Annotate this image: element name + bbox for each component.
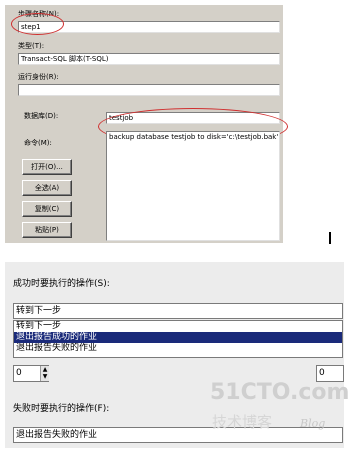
- retry-interval-value: 0: [319, 368, 325, 378]
- spinner-down-icon[interactable]: ▼: [41, 373, 49, 380]
- text-cursor: [329, 232, 331, 244]
- watermark-subtitle: 技术博客: [212, 413, 273, 431]
- run-as-label: 运行身份(R):: [18, 73, 59, 81]
- option-go-to-next-step[interactable]: 转到下一步: [14, 321, 342, 332]
- on-success-label: 成功时要执行的操作(S):: [13, 279, 110, 289]
- retry-attempts-spinner[interactable]: ▲ ▼: [40, 366, 49, 381]
- spinner-up-icon[interactable]: ▲: [41, 366, 49, 373]
- watermark-logo: 51CTO.com: [210, 380, 349, 405]
- open-button[interactable]: 打开(O)...: [22, 159, 72, 175]
- database-label: 数据库(D):: [24, 112, 59, 120]
- on-failure-select[interactable]: 退出报告失败的作业: [13, 427, 343, 443]
- retry-attempts-value: 0: [16, 368, 22, 378]
- option-quit-reporting-success[interactable]: 退出报告成功的作业: [14, 332, 342, 343]
- type-label: 类型(T):: [18, 42, 45, 50]
- run-as-select[interactable]: [18, 84, 280, 96]
- paste-button[interactable]: 粘贴(P): [22, 222, 72, 238]
- on-failure-label: 失败时要执行的操作(F):: [13, 404, 110, 414]
- command-text: backup database testjob to disk='c:\test…: [109, 133, 279, 141]
- step-name-highlight: [11, 13, 64, 35]
- watermark-blog: Blog: [300, 417, 326, 430]
- option-quit-reporting-failure[interactable]: 退出报告失败的作业: [14, 343, 342, 354]
- copy-button[interactable]: 复制(C): [22, 201, 72, 217]
- type-select[interactable]: Transact-SQL 脚本(T-SQL): [18, 53, 280, 65]
- command-textarea[interactable]: backup database testjob to disk='c:\test…: [106, 131, 280, 241]
- command-label: 命令(M):: [24, 139, 52, 147]
- on-success-dropdown-list: 转到下一步 退出报告成功的作业 退出报告失败的作业: [13, 320, 343, 358]
- select-all-button[interactable]: 全选(A): [22, 180, 72, 196]
- on-success-select[interactable]: 转到下一步: [13, 303, 343, 319]
